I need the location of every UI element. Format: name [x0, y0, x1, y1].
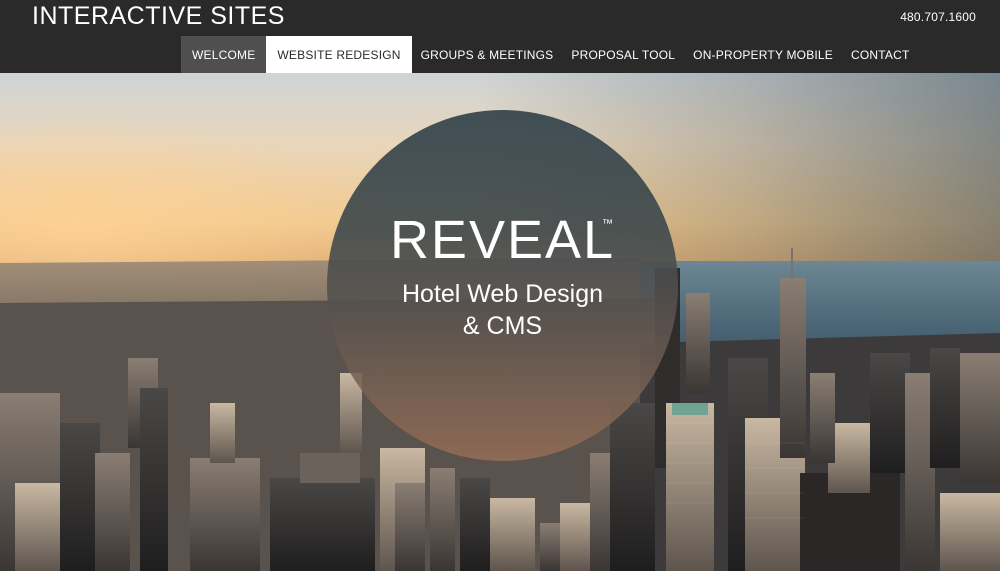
nav-item-contact[interactable]: CONTACT	[842, 36, 919, 73]
nav-item-website-redesign[interactable]: WEBSITE REDESIGN	[266, 36, 412, 73]
trademark-symbol: ™	[602, 218, 613, 230]
phone-number[interactable]: 480.707.1600	[900, 10, 976, 24]
nav-item-proposal-tool[interactable]: PROPOSAL TOOL	[562, 36, 684, 73]
hero-subtitle-line-2: & CMS	[462, 312, 543, 340]
hero-section: REVEAL ™ Hotel Web Design & CMS	[0, 73, 1000, 571]
site-header: INTERACTIVE SITES 480.707.1600 WELCOME W…	[0, 0, 1000, 73]
hero-subtitle-line-1: Hotel Web Design	[401, 280, 604, 308]
page: INTERACTIVE SITES 480.707.1600 WELCOME W…	[0, 0, 1000, 571]
hero-title: REVEAL	[389, 210, 616, 270]
main-nav: WELCOME WEBSITE REDESIGN GROUPS & MEETIN…	[181, 36, 919, 73]
nav-item-on-property-mobile[interactable]: ON-PROPERTY MOBILE	[684, 36, 842, 73]
site-logo[interactable]: INTERACTIVE SITES	[32, 3, 285, 29]
nav-item-groups-meetings[interactable]: GROUPS & MEETINGS	[412, 36, 563, 73]
nav-item-welcome[interactable]: WELCOME	[181, 36, 267, 73]
hero-circle: REVEAL ™ Hotel Web Design & CMS	[327, 110, 678, 461]
hero-subtitle: Hotel Web Design & CMS	[327, 278, 678, 342]
